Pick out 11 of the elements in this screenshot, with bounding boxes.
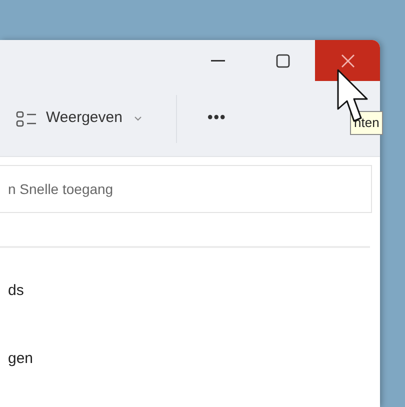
folder-item[interactable]: gen [0,336,380,382]
more-options-button[interactable]: ••• [199,100,234,136]
minimize-icon [210,60,224,62]
list-view-icon [16,110,38,126]
close-button[interactable] [315,40,380,81]
maximize-icon [276,54,290,68]
search-field[interactable]: n Snelle toegang [0,165,372,213]
folder-item[interactable]: ds [0,268,380,314]
close-icon [340,52,356,68]
chevron-down-icon [134,116,142,122]
view-button[interactable]: Weergeven [14,98,144,138]
